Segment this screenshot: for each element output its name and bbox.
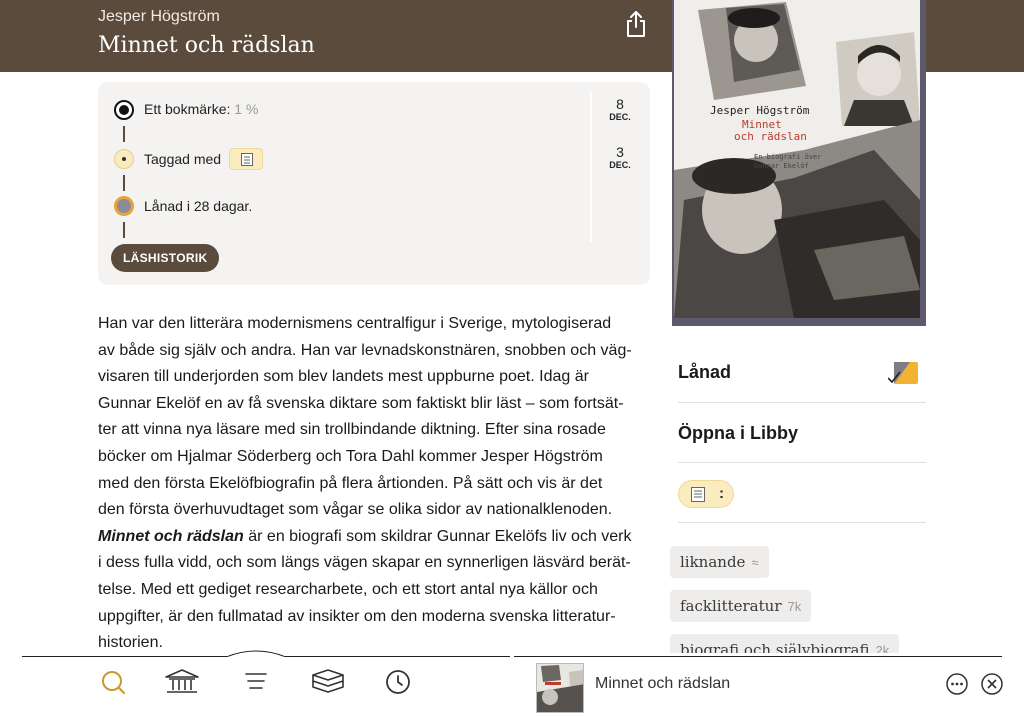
desc-line-emph: Minnet och rädslan är en biografi som sk… (98, 524, 658, 551)
open-in-libby-label: Öppna i Libby (678, 423, 798, 443)
book-cover[interactable]: Jesper Högström Minnet och rädslan En bi… (674, 0, 920, 318)
subject-similar[interactable]: liknande ≈ (670, 546, 769, 578)
shelf-icon[interactable] (310, 667, 346, 697)
library-icon[interactable] (164, 667, 200, 697)
loan-status-icon (888, 362, 918, 384)
subject-count: ≈ (751, 555, 759, 570)
history-tagged[interactable]: Taggad med (144, 148, 263, 170)
notepad-icon (691, 487, 705, 502)
desc-line: Gunnar Ekelöf en av få svenska diktare s… (98, 394, 624, 412)
menu-icon[interactable] (238, 667, 274, 697)
timeline-connector (123, 126, 125, 142)
drawer-handle-icon[interactable] (226, 649, 286, 657)
tag-pill[interactable]: : (678, 480, 734, 508)
book-description: Han var den litterära modernismens centr… (98, 311, 658, 657)
book-cover-frame: Jesper Högström Minnet och rädslan En bi… (672, 0, 926, 326)
desc-line: är en biografi som skildrar Gunnar Ekelö… (243, 527, 632, 545)
now-reading-cover[interactable] (536, 663, 584, 713)
more-icon[interactable] (946, 673, 968, 695)
player-divider (514, 656, 1002, 657)
now-reading-title[interactable]: Minnet och rädslan (595, 675, 730, 693)
desc-line: av både sig själv och andra. Han var lev… (98, 341, 632, 359)
desc-line: visaren till underjorden som blev landet… (98, 368, 589, 386)
cover-title-2: och rädslan (734, 130, 807, 143)
bottom-navigation: Minnet och rädslan (0, 650, 1024, 717)
search-icon[interactable] (96, 667, 132, 697)
desc-line: uppgifter, är den fullmatad av insikter … (98, 607, 616, 625)
date-month: DEC. (609, 160, 631, 170)
history-tagged-label: Taggad med (144, 151, 222, 167)
desc-line: med den första Ekelöfbiografin på flera … (98, 474, 603, 492)
timeline-connector (123, 175, 125, 191)
cover-subtitle-1: En biografi över (754, 153, 822, 161)
tag-dot-icon (114, 149, 134, 169)
close-icon[interactable] (981, 673, 1003, 695)
history-loaned[interactable]: Lånad i 28 dagar. (144, 198, 252, 214)
tag-more-icon[interactable]: : (719, 485, 724, 502)
tag-chip[interactable] (228, 148, 263, 170)
date-day: 8 (616, 96, 624, 112)
desc-line: den första överhuvudtaget som vågar se o… (98, 501, 613, 519)
cover-author: Jesper Högström (710, 104, 810, 117)
history-date-1: 8 DEC. (592, 96, 648, 122)
subject-nonfiction[interactable]: facklitteratur 7k (670, 590, 812, 622)
share-icon[interactable] (623, 10, 649, 38)
header-author[interactable]: Jesper Högström (98, 8, 220, 26)
cover-text: Jesper Högström Minnet och rädslan En bi… (710, 104, 821, 171)
open-in-libby-row[interactable]: Öppna i Libby (678, 403, 926, 463)
history-dates: 8 DEC. 3 DEC. (590, 92, 646, 242)
desc-line: i dess fulla vidd, och som längs vägen s… (98, 554, 631, 572)
desc-line: Han var den litterära modernismens centr… (98, 315, 612, 332)
mini-cover-art (537, 664, 583, 712)
history-bookmark-percent: 1 % (234, 101, 259, 117)
notepad-icon (240, 153, 253, 166)
reading-history-card: Ett bokmärke: 1 % Taggad med Lånad i 28 … (98, 82, 650, 285)
desc-emphasis: Minnet och rädslan (98, 527, 244, 545)
subject-label: liknande (680, 553, 746, 571)
loaned-row[interactable]: Lånad (678, 342, 926, 403)
loan-dot-icon (114, 196, 134, 216)
reading-history-button[interactable]: LÄSHISTORIK (111, 244, 220, 272)
clock-icon[interactable] (380, 667, 416, 697)
date-month: DEC. (609, 112, 631, 122)
cover-subtitle-2: Gunnar Ekelöf (754, 162, 809, 170)
history-date-2: 3 DEC. (592, 144, 648, 170)
history-bookmark-label: Ett bokmärke: (144, 101, 231, 117)
desc-line: böcker om Hjalmar Söderberg och Tora Dah… (98, 447, 603, 465)
desc-line: telse. Med ett gediget researcharbete, o… (98, 580, 598, 598)
tags-row: : (678, 463, 926, 523)
header-title: Minnet och rädslan (98, 33, 315, 58)
subject-count: 7k (787, 599, 802, 614)
history-loaned-label: Lånad i 28 dagar. (144, 198, 253, 214)
history-bookmark[interactable]: Ett bokmärke: 1 % (144, 101, 258, 117)
date-day: 3 (616, 144, 624, 160)
timeline-connector (123, 222, 125, 238)
subject-label: facklitteratur (680, 597, 782, 615)
loaned-label: Lånad (678, 362, 732, 382)
desc-line: ter att vinna nya läsare med sin trollbi… (98, 421, 606, 439)
bookmark-dot-icon (114, 100, 134, 120)
